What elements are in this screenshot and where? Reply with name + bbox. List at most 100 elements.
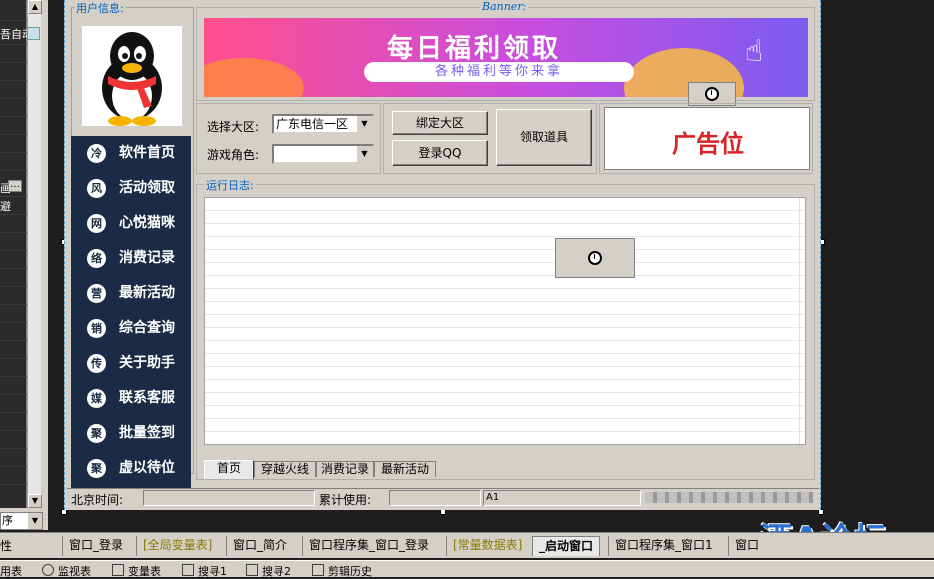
nav-badge-icon: 网 (87, 214, 106, 233)
server-select-group: 选择大区: 广东电信一区 ▼ 游戏角色: ▼ (196, 103, 381, 174)
nav-badge-icon: 络 (87, 249, 106, 268)
search-icon (182, 564, 194, 576)
clipboard-icon (312, 564, 324, 576)
banner-subtitle: 各种福利等你来拿 (364, 62, 634, 82)
game-role-select[interactable]: ▼ (272, 144, 374, 164)
chevron-down-icon[interactable]: ▼ (356, 146, 372, 162)
beijing-time-label: 北京时间: (71, 493, 124, 507)
chevron-down-icon[interactable]: ▼ (28, 513, 42, 529)
property-checkbox[interactable] (27, 27, 40, 40)
tab-latest[interactable]: 最新活动 (374, 461, 436, 477)
banner-title: 每日福利领取 (386, 34, 561, 64)
property-name: 避 (0, 200, 11, 213)
designer-window: 用户信息: 冷 软件首页 风 活动领取 网 心悦猫咪 络 消费记录 营 最新活动… (64, 0, 821, 510)
pointer-hand-icon: ☝ (744, 34, 764, 69)
game-role-label: 游戏角色: (207, 148, 260, 162)
nav-item-about[interactable]: 传 关于助手 (71, 346, 191, 381)
nav-badge-icon: 媒 (87, 389, 106, 408)
ellipsis-button[interactable]: … (8, 180, 22, 192)
nav-label: 批量签到 (119, 425, 175, 441)
usage-label: 累计使用: (319, 493, 372, 507)
nav-label: 心悦猫咪 (119, 215, 175, 231)
nav-label: 联系客服 (119, 390, 175, 406)
banner-group-label: Banner: (480, 0, 529, 13)
tab-records[interactable]: 消费记录 (316, 461, 374, 477)
nav-badge-icon: 冷 (87, 144, 106, 163)
run-log-group: 运行日志: 首页 穿越火线 消费记录 最新活动 (196, 177, 815, 480)
beijing-time-value (143, 490, 315, 506)
nav-item-records[interactable]: 络 消费记录 (71, 241, 191, 276)
ad-slot[interactable]: 广告位 (604, 107, 810, 170)
nav-badge-icon: 传 (87, 354, 106, 373)
avatar (82, 26, 182, 126)
nav-badge-icon: 聚 (87, 424, 106, 443)
nav-label: 虚以待位 (119, 460, 175, 476)
editor-tab-bar: 性 窗口_登录 [全局变量表] 窗口_简介 窗口程序集_窗口_登录 [常量数据表… (0, 532, 934, 558)
nav-label: 活动领取 (119, 180, 175, 196)
tab-home[interactable]: 首页 (204, 460, 254, 479)
property-scrollbar[interactable]: ▲ ▼ (27, 0, 42, 508)
stopwatch-icon (588, 251, 602, 265)
tab-crossfire[interactable]: 穿越火线 (254, 461, 316, 477)
tab-window-login-assembly[interactable]: 窗口程序集_窗口_登录 (302, 536, 435, 556)
nav-label: 消费记录 (119, 250, 175, 266)
nav-label: 最新活动 (119, 285, 175, 301)
usage-value (389, 490, 481, 506)
nav-badge-icon: 聚 (87, 459, 106, 478)
nav-item-home[interactable]: 冷 软件首页 (71, 136, 191, 171)
tab-window-intro[interactable]: 窗口_简介 (226, 536, 293, 556)
tab-global-vars[interactable]: [全局变量表] (136, 536, 218, 556)
login-qq-button[interactable]: 登录QQ (392, 140, 488, 166)
user-info-label: 用户信息: (74, 0, 126, 16)
nav-label: 综合查询 (119, 320, 175, 336)
status-cell-a1: A1 (483, 490, 641, 506)
tab-window-login[interactable]: 窗口_登录 (62, 536, 129, 556)
bottom-toolbar: 用表 监视表 变量表 搜寻1 搜寻2 剪辑历史 (0, 560, 934, 578)
nav-item-latest[interactable]: 营 最新活动 (71, 276, 191, 311)
stopwatch-icon (705, 87, 719, 101)
nav-item-activity[interactable]: 风 活动领取 (71, 171, 191, 206)
banner-group: Banner: 每日福利领取 各种福利等你来拿 ☝ (196, 0, 815, 106)
variable-icon (112, 564, 124, 576)
claim-items-button[interactable]: 领取道具 (496, 109, 592, 166)
property-combo[interactable]: 序 ▼ (0, 512, 43, 530)
run-log-label: 运行日志: (204, 177, 256, 193)
scroll-up-icon[interactable]: ▲ (28, 0, 42, 14)
select-server-label: 选择大区: (207, 120, 260, 134)
tab-startup-window[interactable]: _启动窗口 (532, 536, 601, 556)
nav-item-cat[interactable]: 网 心悦猫咪 (71, 206, 191, 241)
tab-window1-assembly[interactable]: 窗口程序集_窗口1 (608, 536, 719, 556)
nav-item-signin[interactable]: 聚 批量签到 (71, 416, 191, 451)
property-grid[interactable] (0, 0, 27, 508)
server-select-value: 广东电信一区 (276, 117, 349, 131)
watch-icon (42, 564, 54, 576)
action-button-group: 绑定大区 登录QQ 领取道具 (383, 103, 597, 174)
side-nav: 冷 软件首页 风 活动领取 网 心悦猫咪 络 消费记录 营 最新活动 销 综合查… (71, 136, 191, 488)
status-bar: 北京时间: 累计使用: A1 (67, 488, 819, 507)
scroll-down-icon[interactable]: ▼ (28, 494, 42, 508)
log-tabs: 首页 穿越火线 消费记录 最新活动 (204, 460, 604, 479)
search-icon (246, 564, 258, 576)
tab-window[interactable]: 窗口 (728, 536, 765, 556)
status-progress (645, 492, 813, 503)
nav-badge-icon: 风 (87, 179, 106, 198)
property-tab-label[interactable]: 性 (0, 537, 12, 554)
penguin-icon (102, 32, 162, 126)
property-combo-value: 序 (2, 514, 13, 527)
server-select[interactable]: 广东电信一区 ▼ (272, 114, 374, 134)
nav-badge-icon: 营 (87, 284, 106, 303)
chevron-down-icon[interactable]: ▼ (356, 116, 372, 132)
nav-item-query[interactable]: 销 综合查询 (71, 311, 191, 346)
nav-label: 软件首页 (119, 145, 175, 161)
ad-group: 广告位 (599, 103, 813, 174)
nav-badge-icon: 销 (87, 319, 106, 338)
timer-control[interactable] (555, 238, 635, 278)
property-panel: 吾自动 ▲ ▼ 画 … 避 序 ▼ (0, 0, 48, 530)
nav-item-reserved[interactable]: 聚 虚以待位 (71, 451, 191, 486)
run-log-list[interactable] (204, 197, 806, 445)
nav-label: 关于助手 (119, 355, 175, 371)
bind-server-button[interactable]: 绑定大区 (392, 111, 488, 135)
nav-item-support[interactable]: 媒 联系客服 (71, 381, 191, 416)
ad-text: 广告位 (672, 130, 744, 158)
tab-constants[interactable]: [常量数据表] (446, 536, 528, 556)
